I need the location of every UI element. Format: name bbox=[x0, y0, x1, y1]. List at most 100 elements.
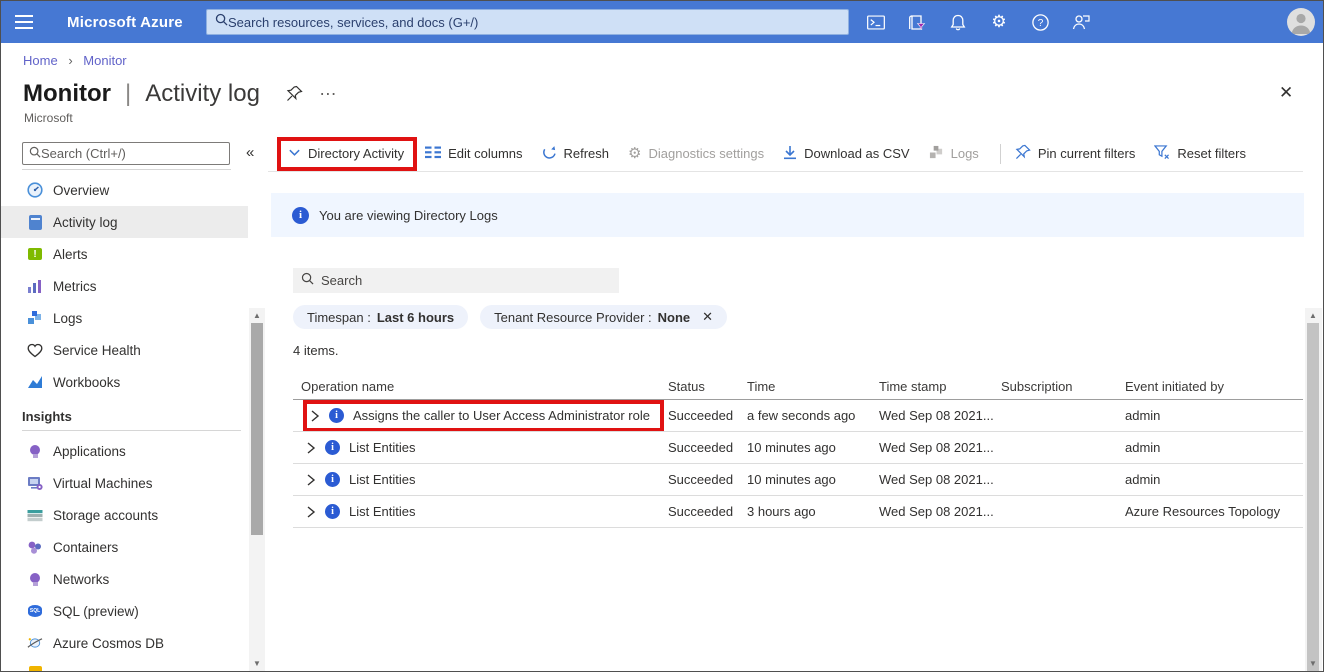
column-header-operation-name[interactable]: Operation name bbox=[293, 379, 668, 394]
scroll-up-arrow[interactable]: ▲ bbox=[249, 308, 265, 323]
metrics-chart-icon bbox=[27, 278, 43, 294]
info-banner: You are viewing Directory Logs bbox=[271, 193, 1304, 237]
table-row[interactable]: List Entities Succeeded 10 minutes ago W… bbox=[293, 432, 1303, 464]
breadcrumb-monitor-link[interactable]: Monitor bbox=[83, 53, 126, 68]
sidebar-item-metrics[interactable]: Metrics bbox=[1, 270, 248, 302]
timespan-filter-pill[interactable]: Timespan : Last 6 hours bbox=[293, 305, 468, 329]
search-icon bbox=[301, 272, 314, 290]
diagnostics-settings-label: Diagnostics settings bbox=[648, 146, 764, 161]
expand-chevron-icon[interactable] bbox=[310, 410, 320, 422]
pin-blade-icon[interactable] bbox=[286, 85, 303, 102]
status: Succeeded bbox=[668, 472, 747, 487]
scroll-down-arrow[interactable]: ▼ bbox=[1305, 656, 1321, 671]
sidebar-item-label: Alerts bbox=[53, 247, 88, 262]
scroll-up-arrow[interactable]: ▲ bbox=[1305, 308, 1321, 323]
sidebar-item-logs[interactable]: Logs bbox=[1, 302, 248, 334]
info-icon[interactable] bbox=[325, 472, 340, 487]
sidebar-item-label: SQL (preview) bbox=[53, 604, 139, 619]
remove-filter-icon[interactable]: ✕ bbox=[702, 309, 713, 325]
global-search-input[interactable] bbox=[228, 15, 840, 30]
timespan-filter-value: Last 6 hours bbox=[377, 310, 454, 325]
sidebar-item-applications[interactable]: Applications bbox=[1, 435, 248, 467]
info-icon[interactable] bbox=[329, 408, 344, 423]
sidebar-item-workbooks[interactable]: Workbooks bbox=[1, 366, 248, 398]
time: a few seconds ago bbox=[747, 408, 879, 423]
hamburger-menu-icon[interactable] bbox=[1, 1, 51, 43]
sidebar-item-containers[interactable]: Containers bbox=[1, 531, 248, 563]
sidebar-item-label: Containers bbox=[53, 540, 118, 555]
alerts-icon bbox=[27, 246, 43, 262]
table-row[interactable]: Assigns the caller to User Access Admini… bbox=[293, 400, 1303, 432]
time: 3 hours ago bbox=[747, 504, 879, 519]
sidebar-item-label: Metrics bbox=[53, 279, 97, 294]
sidebar-item-sql-preview[interactable]: SQL (preview) bbox=[1, 595, 248, 627]
breadcrumb-home-link[interactable]: Home bbox=[23, 53, 58, 68]
more-options-icon[interactable]: … bbox=[319, 79, 338, 108]
info-banner-text: You are viewing Directory Logs bbox=[319, 208, 498, 223]
settings-gear-icon[interactable]: ⚙ bbox=[990, 13, 1008, 31]
logs-icon bbox=[27, 310, 43, 326]
sidebar-item-overview[interactable]: Overview bbox=[1, 174, 248, 206]
scrollbar-thumb[interactable] bbox=[251, 323, 263, 535]
table-row[interactable]: List Entities Succeeded 3 hours ago Wed … bbox=[293, 496, 1303, 528]
directory-activity-button[interactable]: Directory Activity bbox=[277, 137, 417, 171]
operation-name: List Entities bbox=[349, 440, 415, 455]
notifications-bell-icon[interactable] bbox=[949, 13, 967, 31]
column-header-subscription[interactable]: Subscription bbox=[1001, 379, 1125, 394]
edit-columns-label: Edit columns bbox=[448, 146, 522, 161]
scrollbar-thumb[interactable] bbox=[1307, 323, 1319, 672]
sidebar-item-alerts[interactable]: Alerts bbox=[1, 238, 248, 270]
column-header-event-initiated-by[interactable]: Event initiated by bbox=[1125, 379, 1303, 394]
time-stamp: Wed Sep 08 2021... bbox=[879, 440, 1001, 455]
diagnostics-settings-button[interactable]: ⚙ Diagnostics settings bbox=[628, 146, 764, 161]
help-icon[interactable]: ? bbox=[1031, 13, 1049, 31]
reset-filters-icon bbox=[1154, 145, 1170, 163]
sidebar-item-azure-cosmos-db[interactable]: Azure Cosmos DB bbox=[1, 627, 248, 659]
download-csv-label: Download as CSV bbox=[804, 146, 910, 161]
sidebar-item-networks[interactable]: Networks bbox=[1, 563, 248, 595]
expand-chevron-icon[interactable] bbox=[306, 506, 316, 518]
info-icon[interactable] bbox=[325, 440, 340, 455]
sidebar-search-input[interactable] bbox=[41, 146, 223, 161]
event-initiated-by: admin bbox=[1125, 440, 1303, 455]
sidebar-item-storage-accounts[interactable]: Storage accounts bbox=[1, 499, 248, 531]
expand-chevron-icon[interactable] bbox=[306, 442, 316, 454]
time-stamp: Wed Sep 08 2021... bbox=[879, 472, 1001, 487]
sidebar-item-virtual-machines[interactable]: Virtual Machines bbox=[1, 467, 248, 499]
pin-current-filters-button[interactable]: Pin current filters bbox=[1015, 144, 1136, 163]
refresh-button[interactable]: Refresh bbox=[542, 145, 610, 163]
table-row[interactable]: List Entities Succeeded 10 minutes ago W… bbox=[293, 464, 1303, 496]
close-blade-icon[interactable]: ✕ bbox=[1279, 83, 1293, 103]
column-header-status[interactable]: Status bbox=[668, 379, 747, 394]
tenant-resource-provider-filter-pill[interactable]: Tenant Resource Provider : None ✕ bbox=[480, 305, 727, 329]
edit-columns-button[interactable]: Edit columns bbox=[425, 146, 522, 162]
cloud-shell-icon[interactable] bbox=[867, 13, 885, 31]
pin-icon bbox=[1015, 144, 1031, 163]
account-avatar[interactable] bbox=[1287, 8, 1315, 36]
log-search-input[interactable] bbox=[321, 273, 611, 288]
tenant-filter-label: Tenant Resource Provider : bbox=[494, 310, 652, 325]
pin-current-filters-label: Pin current filters bbox=[1038, 146, 1136, 161]
directory-filter-icon[interactable] bbox=[908, 13, 926, 31]
column-header-time[interactable]: Time bbox=[747, 379, 879, 394]
logs-icon bbox=[929, 145, 944, 163]
search-icon bbox=[29, 145, 41, 163]
column-header-time-stamp[interactable]: Time stamp bbox=[879, 379, 1001, 394]
logs-button[interactable]: Logs bbox=[929, 145, 979, 163]
sidebar-item-service-health[interactable]: Service Health bbox=[1, 334, 248, 366]
directory-activity-label: Directory Activity bbox=[308, 146, 404, 161]
sidebar-item-label: Networks bbox=[53, 572, 109, 587]
info-icon[interactable] bbox=[325, 504, 340, 519]
sidebar-item-activity-log[interactable]: Activity log bbox=[1, 206, 248, 238]
download-csv-button[interactable]: Download as CSV bbox=[783, 145, 910, 163]
scroll-down-arrow[interactable]: ▼ bbox=[249, 656, 265, 671]
sidebar-item-label: Applications bbox=[53, 444, 126, 459]
expand-chevron-icon[interactable] bbox=[306, 474, 316, 486]
log-search[interactable] bbox=[293, 268, 619, 293]
status: Succeeded bbox=[668, 440, 747, 455]
global-search[interactable] bbox=[206, 9, 849, 35]
feedback-icon[interactable] bbox=[1072, 13, 1090, 31]
collapse-sidebar-icon[interactable]: « bbox=[246, 144, 254, 161]
sidebar-search[interactable] bbox=[22, 142, 230, 165]
reset-filters-button[interactable]: Reset filters bbox=[1154, 145, 1246, 163]
